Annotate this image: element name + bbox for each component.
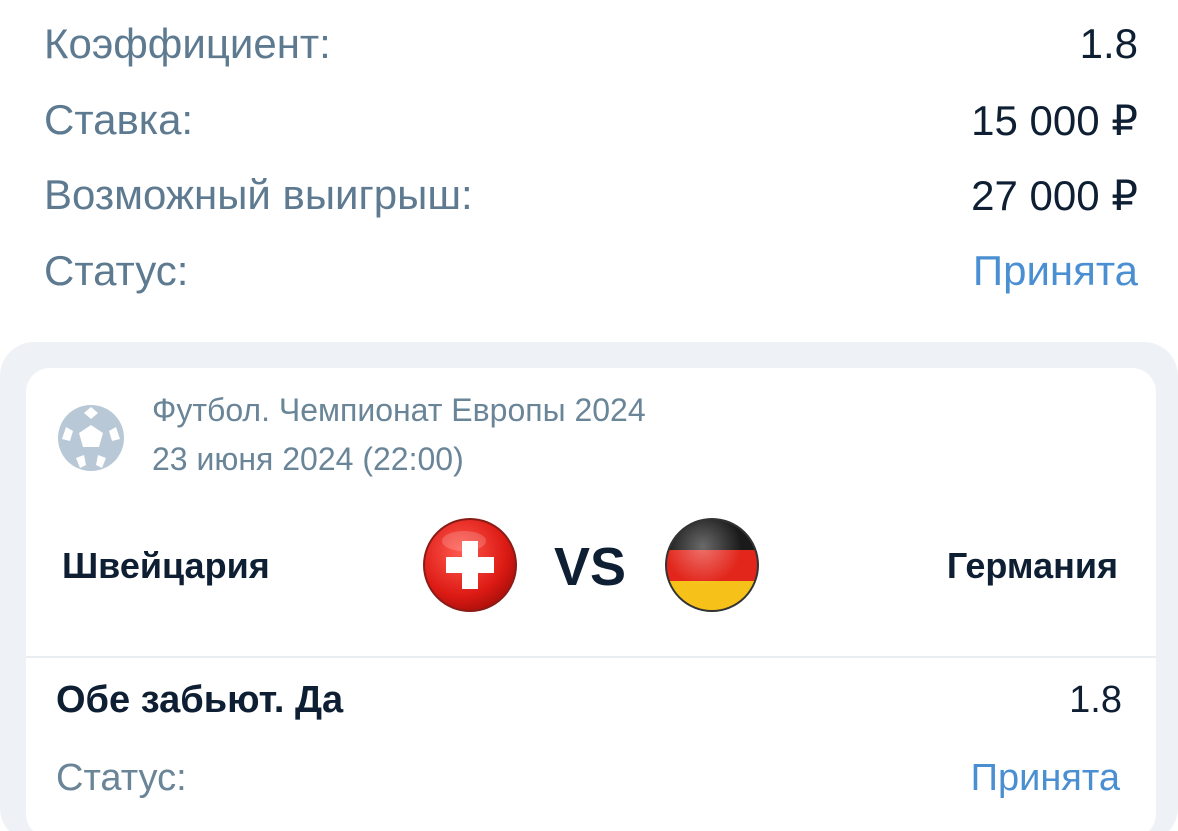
versus-label: VS [554,537,627,597]
stake-row: Ставка: 15 000 ₽ [44,90,1138,150]
switzerland-flag-icon [423,518,517,612]
possible-win-row: Возможный выигрыш: 27 000 ₽ [44,165,1138,225]
home-team-name: Швейцария [62,545,270,586]
outcome-odd: 1.8 [1069,678,1122,721]
stake-label: Ставка: [44,96,194,143]
possible-win-label: Возможный выигрыш: [44,171,473,218]
outcome-name: Обе забьют. Да [56,678,344,721]
divider [26,656,1156,658]
outcome-status-value: Принята [970,756,1120,799]
possible-win-value: 27 000 ₽ [971,171,1138,219]
away-team-name: Германия [946,545,1118,586]
status-row: Статус: Принята [44,241,1138,301]
coefficient-row: Коэффициент: 1.8 [44,14,1138,74]
stake-value: 15 000 ₽ [971,96,1138,144]
event-title: Футбол. Чемпионат Европы 2024 [152,392,646,428]
status-value: Принята [972,247,1138,294]
coefficient-value: 1.8 [1079,20,1138,67]
coefficient-label: Коэффициент: [44,20,331,67]
outcome-row: Обе забьют. Да 1.8 [56,672,1122,728]
bet-details-screen: Коэффициент: 1.8 Ставка: 15 000 ₽ Возмож… [0,0,1178,831]
germany-flag-icon [665,518,759,612]
football-icon [58,405,124,471]
event-date: 23 июня 2024 (22:00) [152,441,464,477]
outcome-status-row: Статус: Принята [56,750,1120,806]
status-label: Статус: [44,247,189,294]
outcome-status-label: Статус: [56,756,187,799]
